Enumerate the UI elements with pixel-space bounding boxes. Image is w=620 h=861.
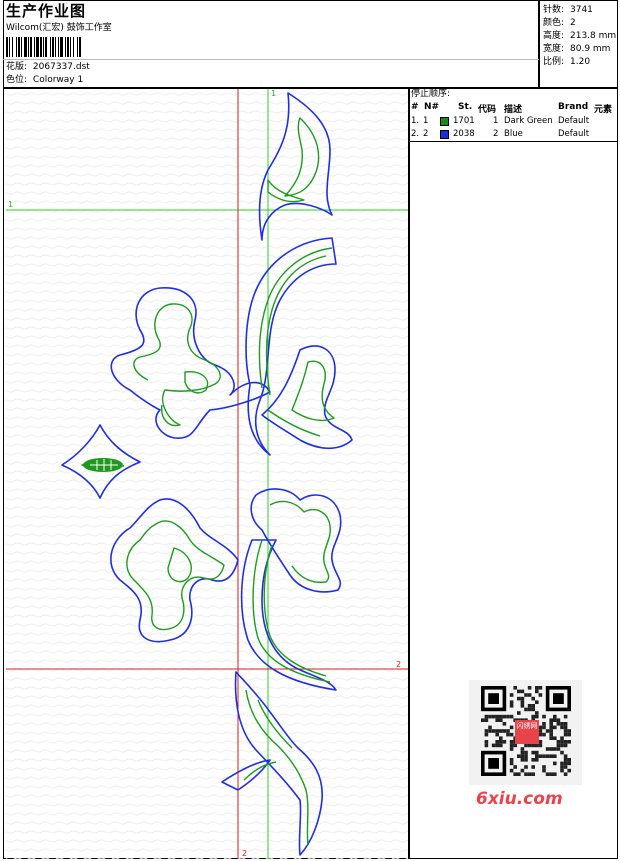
row-1-code: 1	[493, 116, 499, 126]
stop-sequence-title: 停止顺序:	[411, 89, 451, 99]
guide-label-green-h: 1	[8, 200, 13, 209]
design-file-row: 花版: 2067337.dst	[6, 62, 90, 73]
col-code: 代码	[478, 105, 497, 115]
col-element: 元素	[594, 105, 613, 115]
qr-badge-text: 闪绣网	[516, 722, 538, 730]
col-desc: 描述	[504, 105, 523, 115]
row-2-brand: Default	[558, 129, 590, 139]
colorway-value: Colorway 1	[32, 75, 84, 85]
colorway-label: 色位:	[6, 75, 28, 85]
design-value: 2067337.dst	[32, 62, 90, 72]
guide-label-red-v: 2	[242, 849, 247, 858]
green-leaf-fill	[83, 458, 123, 472]
colorway-row: 色位: Colorway 1	[6, 75, 83, 86]
col-needle: N#	[424, 102, 440, 112]
stat-scale: 比例: 1.20	[543, 57, 591, 67]
stat-colors: 颜色: 2	[543, 18, 576, 28]
col-index: #	[411, 102, 418, 112]
page-title: 生产作业图	[6, 2, 87, 20]
row-2-index: 2.	[411, 129, 420, 139]
col-stitches: St.	[458, 102, 473, 112]
qr-badge: 闪绣网	[515, 720, 539, 744]
header-rule	[3, 59, 539, 60]
row-1-brand: Default	[558, 116, 590, 126]
design-label: 花版:	[6, 62, 28, 72]
row-1-color-swatch	[440, 117, 449, 126]
guide-label-green-v: 1	[271, 89, 276, 98]
row-2-color-swatch	[440, 130, 449, 139]
row-1-desc: Dark Green	[504, 116, 553, 126]
guide-label-red-h: 2	[396, 660, 401, 669]
design-canvas[interactable]: 1 1 2 2	[6, 89, 408, 859]
studio-name: Wilcom(汇宏) 鼓饰工作室	[6, 23, 112, 33]
stat-stitches: 针数: 3741	[543, 5, 593, 15]
barcode	[6, 37, 81, 57]
watermark-text: 6xiu.com	[476, 789, 563, 809]
canvas-background	[6, 89, 408, 859]
stat-height: 高度: 213.8 mm	[543, 31, 617, 41]
row-2-stitches: 2038	[453, 129, 475, 139]
row-1-index: 1.	[411, 116, 420, 126]
row-2-desc: Blue	[504, 129, 523, 139]
qr-code-watermark: 闪绣网	[469, 680, 582, 785]
col-brand: Brand	[558, 102, 589, 112]
row-1-needle: 1	[423, 116, 429, 126]
row-2-needle: 2	[423, 129, 429, 139]
stop-panel-divider	[409, 141, 618, 142]
row-1-stitches: 1701	[453, 116, 475, 126]
stat-width: 宽度: 80.9 mm	[543, 44, 611, 54]
row-2-code: 2	[493, 129, 499, 139]
